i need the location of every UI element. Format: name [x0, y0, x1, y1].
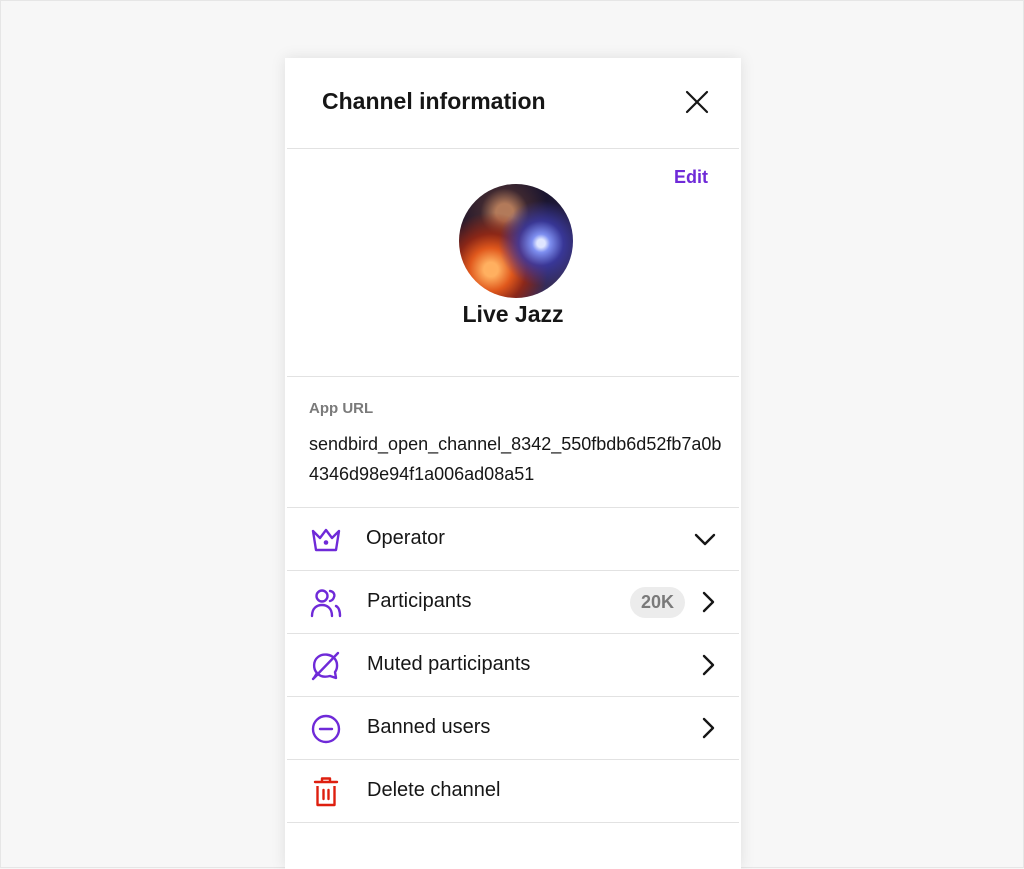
chevron-right-icon [702, 654, 715, 676]
menu-item-participants[interactable]: Participants 20K [287, 571, 739, 634]
ban-icon [311, 714, 341, 744]
channel-name: Live Jazz [462, 301, 564, 327]
chevron-down-icon [694, 533, 716, 546]
close-icon [685, 90, 709, 114]
panel-header: Channel information [287, 58, 739, 149]
members-icon [310, 589, 342, 618]
crown-icon [311, 528, 341, 552]
mute-icon [311, 651, 340, 681]
menu-item-muted-participants[interactable]: Muted participants [287, 634, 739, 697]
menu-item-delete-channel[interactable]: Delete channel [287, 760, 739, 823]
channel-menu: Operator Participants 20K Muted particip… [287, 508, 739, 823]
panel-title: Channel information [322, 88, 546, 114]
menu-item-banned-users[interactable]: Banned users [287, 697, 739, 760]
menu-label: Operator [366, 527, 445, 549]
close-button[interactable] [683, 88, 711, 116]
menu-label: Banned users [367, 716, 491, 738]
app-url-label: App URL [309, 400, 374, 417]
menu-item-operator[interactable]: Operator [287, 508, 739, 571]
channel-profile: Edit Live Jazz [287, 149, 739, 377]
channel-information-panel: Channel information Edit Live Jazz App U… [285, 58, 741, 869]
trash-icon [313, 777, 339, 807]
menu-label: Delete channel [367, 779, 501, 801]
channel-avatar [459, 184, 573, 298]
edit-button[interactable]: Edit [674, 167, 708, 188]
chevron-right-icon [702, 591, 715, 613]
app-url-section: App URL sendbird_open_channel_8342_550fb… [287, 377, 739, 508]
menu-label: Muted participants [367, 653, 531, 675]
participant-count-badge: 20K [629, 587, 685, 618]
chevron-right-icon [702, 717, 715, 739]
menu-label: Participants [367, 590, 472, 612]
app-url-value: sendbird_open_channel_8342_550fbdb6d52fb… [309, 434, 722, 484]
